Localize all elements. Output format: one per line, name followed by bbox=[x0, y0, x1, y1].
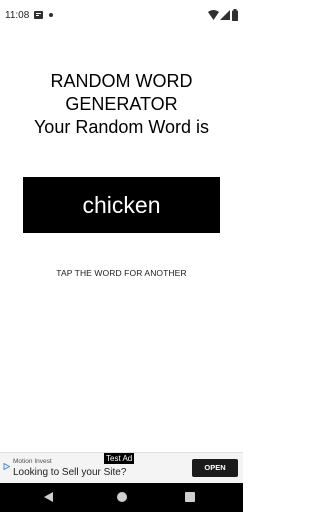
page-title: RANDOM WORD GENERATOR Your Random Word i… bbox=[0, 70, 243, 139]
status-time: 11:08 bbox=[5, 10, 30, 21]
title-line-3: Your Random Word is bbox=[33, 117, 210, 137]
ad-banner[interactable]: Test Ad Motion Invest Looking to Sell yo… bbox=[0, 452, 243, 483]
tap-hint-text: TAP THE WORD FOR ANOTHER bbox=[56, 268, 187, 278]
dot-icon bbox=[49, 13, 53, 17]
random-word-text: chicken bbox=[82, 192, 161, 218]
message-icon bbox=[34, 11, 43, 19]
ad-open-button[interactable]: OPEN bbox=[192, 459, 238, 477]
back-icon[interactable] bbox=[43, 491, 55, 503]
ad-headline[interactable]: Looking to Sell your Site? bbox=[13, 466, 126, 479]
navigation-bar bbox=[0, 483, 243, 512]
signal-icon bbox=[220, 10, 230, 20]
title-line-2: GENERATOR bbox=[65, 94, 178, 114]
wifi-icon bbox=[208, 10, 219, 20]
recents-icon[interactable] bbox=[185, 492, 195, 502]
title-line-1: RANDOM WORD bbox=[50, 71, 193, 91]
random-word-button[interactable]: chicken bbox=[23, 177, 220, 233]
screen: 11:08 RANDOM WORD GENERATOR Your Random … bbox=[0, 0, 243, 512]
ad-choices-icon[interactable] bbox=[3, 463, 10, 470]
ad-advertiser: Motion Invest bbox=[13, 458, 52, 465]
home-icon[interactable] bbox=[116, 491, 128, 503]
test-ad-label: Test Ad bbox=[104, 453, 135, 464]
battery-icon bbox=[232, 9, 238, 21]
status-bar: 11:08 bbox=[0, 0, 243, 32]
